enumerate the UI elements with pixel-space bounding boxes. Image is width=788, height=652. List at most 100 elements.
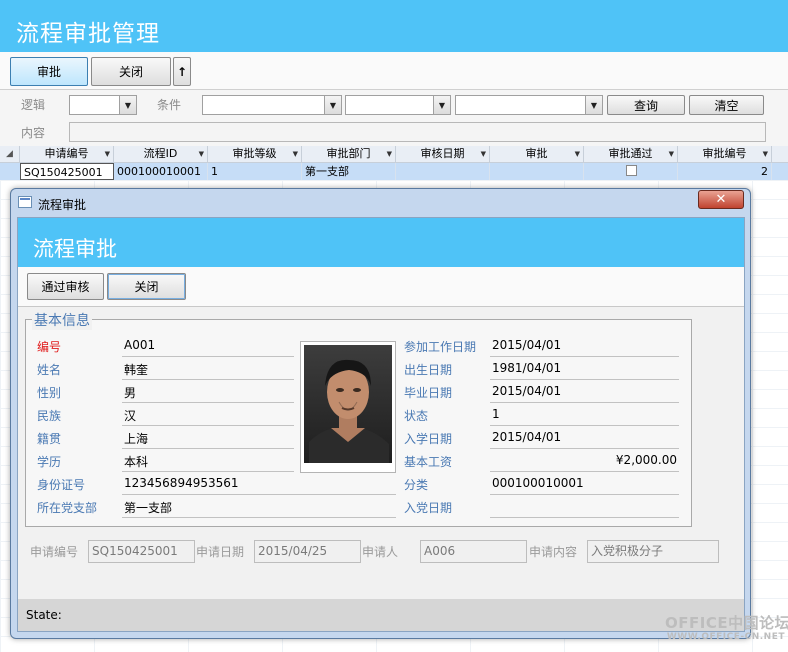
field-label: 学历: [37, 455, 62, 469]
apply-content-field[interactable]: 入党积极分子: [587, 540, 719, 563]
chevron-down-icon[interactable]: ▼: [199, 146, 204, 162]
field-value-base-salary[interactable]: ¥2,000.00: [490, 453, 679, 467]
chevron-down-icon[interactable]: ▼: [293, 146, 298, 162]
column-header[interactable]: 审批编号 ▼: [678, 146, 772, 162]
apply-no-field[interactable]: SQ150425001: [88, 540, 195, 563]
field-underline: [122, 425, 294, 426]
cell-approved[interactable]: [584, 163, 678, 180]
field-underline: [122, 517, 396, 518]
content-label: 内容: [21, 126, 46, 140]
column-header[interactable]: 流程ID ▼: [114, 146, 208, 162]
watermark-line1: OFFICE中国论坛: [665, 614, 788, 632]
applicant-field[interactable]: A006: [420, 540, 527, 563]
field-underline: [490, 356, 679, 357]
approved-checkbox[interactable]: [626, 165, 637, 176]
cell-review-date[interactable]: [396, 163, 490, 180]
field-value-gender[interactable]: 男: [122, 384, 136, 401]
cell-level[interactable]: 1: [208, 163, 302, 180]
field-value-number[interactable]: A001: [122, 338, 155, 352]
field-underline: [122, 471, 294, 472]
field-value-name[interactable]: 韩奎: [122, 361, 148, 378]
logic-select[interactable]: ▼: [69, 95, 137, 115]
cell-flow-id[interactable]: 000100010001: [114, 163, 208, 180]
chevron-down-icon[interactable]: ▼: [585, 96, 602, 114]
clear-button[interactable]: 清空: [689, 95, 764, 115]
cell-approve[interactable]: [490, 163, 584, 180]
chevron-down-icon[interactable]: ▼: [324, 96, 341, 114]
column-header[interactable]: 审批通过 ▼: [584, 146, 678, 162]
column-header[interactable]: 审核日期 ▼: [396, 146, 490, 162]
column-header[interactable]: 审批 ▼: [490, 146, 584, 162]
chevron-down-icon[interactable]: ▼: [387, 146, 392, 162]
select-all-corner[interactable]: ◢: [0, 146, 20, 162]
condition-field-select[interactable]: ▼: [202, 95, 342, 115]
field-value-education[interactable]: 本科: [122, 453, 148, 470]
cell-dept[interactable]: 第一支部: [302, 163, 396, 180]
condition-value-select[interactable]: ▼: [455, 95, 603, 115]
cell-apply-no[interactable]: SQ150425001: [20, 163, 114, 180]
condition-label: 条件: [157, 98, 182, 112]
content-input[interactable]: [69, 122, 766, 142]
apply-date-field[interactable]: 2015/04/25: [254, 540, 361, 563]
field-underline: [490, 425, 679, 426]
field-underline: [490, 471, 679, 472]
field-underline: [122, 448, 294, 449]
member-photo: [300, 341, 396, 473]
watermark-line2: WWW.OFFICE-CN.NET: [666, 632, 785, 642]
query-button[interactable]: 查询: [607, 95, 685, 115]
field-label: 分类: [404, 478, 429, 492]
field-label: 编号: [37, 340, 62, 354]
field-label: 状态: [404, 409, 429, 423]
field-label: 姓名: [37, 363, 62, 377]
chevron-down-icon[interactable]: ▼: [669, 146, 674, 162]
field-label: 身份证号: [37, 478, 86, 492]
dialog-close-button[interactable]: 关闭: [107, 273, 186, 300]
portrait-image: [304, 345, 392, 463]
field-label: 民族: [37, 409, 62, 423]
sort-up-button[interactable]: ↑: [173, 57, 191, 86]
field-value-branch[interactable]: 第一支部: [122, 499, 172, 516]
field-underline: [122, 356, 294, 357]
condition-operator-select[interactable]: ▼: [345, 95, 451, 115]
field-label: 出生日期: [404, 363, 453, 377]
field-value-ethnicity[interactable]: 汉: [122, 407, 136, 424]
field-underline: [122, 379, 294, 380]
close-icon[interactable]: ✕: [698, 190, 744, 209]
field-value-graduation-date[interactable]: 2015/04/01: [490, 384, 561, 398]
chevron-down-icon[interactable]: ▼: [433, 96, 450, 114]
chevron-down-icon[interactable]: ▼: [763, 146, 768, 162]
apply-content-label: 申请内容: [529, 545, 578, 559]
field-underline: [490, 402, 679, 403]
field-value-id-card[interactable]: 123456894953561: [122, 476, 239, 490]
field-label: 基本工资: [404, 455, 453, 469]
field-value-enroll-date[interactable]: 2015/04/01: [490, 430, 561, 444]
chevron-down-icon[interactable]: ▼: [105, 146, 110, 162]
cell-approve-no[interactable]: 2: [678, 163, 772, 180]
chevron-down-icon[interactable]: ▼: [575, 146, 580, 162]
field-underline: [490, 494, 679, 495]
field-value-category[interactable]: 000100010001: [490, 476, 584, 490]
approve-button[interactable]: 审批: [10, 57, 88, 86]
basic-info-legend: 基本信息: [32, 310, 92, 330]
field-underline: [122, 494, 396, 495]
status-label: State:: [26, 608, 62, 622]
logic-label: 逻辑: [21, 98, 46, 112]
field-value-status[interactable]: 1: [490, 407, 500, 421]
chevron-down-icon[interactable]: ▼: [481, 146, 486, 162]
field-underline: [490, 379, 679, 380]
pass-review-button[interactable]: 通过审核: [27, 273, 104, 300]
column-header[interactable]: 审批部门 ▼: [302, 146, 396, 162]
grid-header: ◢ 申请编号 ▼ 流程ID ▼ 审批等级 ▼ 审批部门 ▼ 审核日期 ▼ 审批 ▼ 审批通过…: [0, 146, 788, 163]
column-header[interactable]: 审批等级 ▼: [208, 146, 302, 162]
field-label: 所在党支部: [37, 501, 98, 515]
field-value-birth-date[interactable]: 1981/04/01: [490, 361, 561, 375]
field-value-hometown[interactable]: 上海: [122, 430, 148, 447]
field-label: 入学日期: [404, 432, 453, 446]
close-button[interactable]: 关闭: [91, 57, 171, 86]
column-header[interactable]: 申请编号 ▼: [20, 146, 114, 162]
chevron-down-icon[interactable]: ▼: [119, 96, 136, 114]
page-title: 流程审批管理: [16, 21, 160, 47]
apply-date-label: 申请日期: [196, 545, 245, 559]
table-row[interactable]: SQ150425001 000100010001 1 第一支部 2: [0, 163, 788, 180]
field-value-work-date[interactable]: 2015/04/01: [490, 338, 561, 352]
